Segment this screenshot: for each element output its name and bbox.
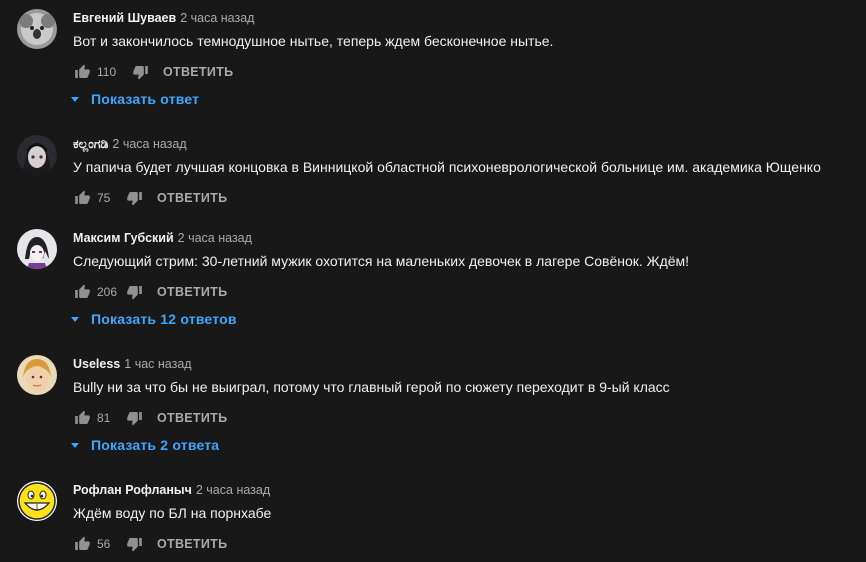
avatar-image-boy	[17, 355, 57, 395]
thumb-up-icon	[74, 536, 90, 550]
dislike-button[interactable]	[131, 63, 149, 81]
like-count: 81	[97, 411, 111, 425]
caret-down-icon	[71, 97, 79, 102]
show-replies-button[interactable]: Показать 12 ответов	[70, 309, 237, 329]
avatar-image-koala	[17, 9, 57, 49]
comment-author[interactable]: Максим Губский	[73, 231, 174, 245]
dislike-button[interactable]	[125, 189, 143, 207]
comment-timestamp[interactable]: 2 часа назад	[196, 483, 270, 497]
reply-button[interactable]: ОТВЕТИТЬ	[157, 537, 227, 551]
like-button[interactable]	[73, 409, 91, 427]
thumb-down-icon	[126, 412, 142, 426]
comment-text: Bully ни за что бы не выиграл, потому чт…	[73, 379, 670, 395]
like-button[interactable]	[73, 283, 91, 301]
like-button[interactable]	[73, 63, 91, 81]
like-button[interactable]	[73, 535, 91, 553]
comment-text: Ждём воду по БЛ на порнхабе	[73, 505, 272, 521]
avatar[interactable]	[17, 9, 57, 49]
reply-button[interactable]: ОТВЕТИТЬ	[157, 191, 227, 205]
comment-timestamp[interactable]: 2 часа назад	[180, 11, 254, 25]
comment-timestamp[interactable]: 2 часа назад	[178, 231, 252, 245]
show-replies-label: Показать ответ	[91, 91, 200, 107]
dislike-button[interactable]	[125, 409, 143, 427]
dislike-button[interactable]	[125, 535, 143, 553]
dislike-button[interactable]	[125, 283, 143, 301]
comment-author[interactable]: Евгений Шуваев	[73, 11, 176, 25]
like-button[interactable]	[73, 189, 91, 207]
like-count: 110	[97, 65, 117, 79]
thumb-down-icon	[126, 192, 142, 206]
thumb-up-icon	[74, 284, 90, 298]
avatar-image-manga	[17, 229, 57, 269]
comment-author[interactable]: Рофлан Рофланыч	[73, 483, 192, 497]
caret-down-icon	[71, 443, 79, 448]
thumb-down-icon	[132, 66, 148, 80]
comment-author[interactable]: Useless	[73, 357, 120, 371]
comment-text: Следующий стрим: 30-летний мужик охотитс…	[73, 253, 690, 269]
like-count: 206	[97, 285, 118, 299]
avatar[interactable]	[17, 481, 57, 521]
show-replies-label: Показать 12 ответов	[91, 311, 237, 327]
avatar-image-smiley	[17, 481, 57, 521]
avatar[interactable]	[17, 229, 57, 269]
comment-text: Вот и закончилось темнодушное нытье, теп…	[73, 33, 554, 49]
thumb-up-icon	[74, 190, 90, 204]
like-count: 56	[97, 537, 111, 551]
comment-timestamp[interactable]: 1 час назад	[124, 357, 191, 371]
avatar[interactable]	[17, 135, 57, 175]
caret-down-icon	[71, 317, 79, 322]
avatar-image-anime-girl	[17, 135, 57, 175]
show-replies-button[interactable]: Показать 2 ответа	[70, 435, 219, 455]
comment-author[interactable]: ಕಲ್ಲಂಗಡಿ	[73, 137, 108, 151]
thumb-up-icon	[74, 410, 90, 424]
comment-timestamp[interactable]: 2 часа назад	[112, 137, 186, 151]
thumb-up-icon	[74, 64, 90, 78]
comment-text: У папича будет лучшая концовка в Винницк…	[73, 159, 821, 175]
show-replies-button[interactable]: Показать ответ	[70, 89, 199, 109]
thumb-down-icon	[126, 286, 142, 300]
reply-button[interactable]: ОТВЕТИТЬ	[157, 285, 227, 299]
like-count: 75	[97, 191, 111, 205]
thumb-down-icon	[126, 538, 142, 552]
avatar[interactable]	[17, 355, 57, 395]
reply-button[interactable]: ОТВЕТИТЬ	[163, 65, 233, 79]
show-replies-label: Показать 2 ответа	[91, 437, 220, 453]
reply-button[interactable]: ОТВЕТИТЬ	[157, 411, 227, 425]
